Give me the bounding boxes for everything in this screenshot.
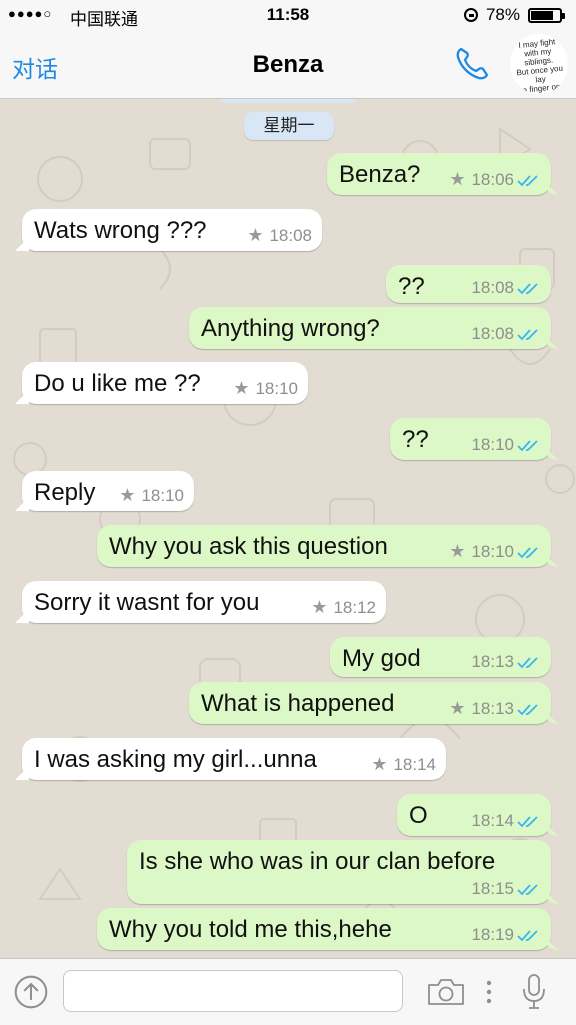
read-receipt-icon (517, 173, 541, 187)
input-bar (0, 958, 576, 1025)
battery-icon (528, 7, 565, 23)
camera-icon[interactable] (426, 977, 466, 1007)
read-receipt-icon (517, 814, 541, 828)
message-time: 18:12 (333, 597, 376, 617)
message-meta: 18:13 (471, 652, 541, 672)
message-time: 18:10 (471, 435, 514, 454)
message-meta: 18:14 (471, 811, 541, 831)
outgoing-message[interactable]: Benza? ★ 18:06 (327, 153, 551, 195)
arrow-up-circle-icon[interactable] (14, 975, 48, 1009)
chat-header: 对话 Benza I may fight with my siblings. But … (0, 30, 576, 99)
star-icon: ★ (449, 169, 466, 189)
incoming-message[interactable]: Sorry it wasnt for you ★ 18:12 (22, 581, 386, 623)
message-meta: ★ 18:10 (233, 378, 298, 399)
message-meta: ★ 18:10 (449, 541, 541, 562)
contact-avatar[interactable]: I may fight with my siblings. But once you … (507, 31, 571, 97)
star-icon: ★ (449, 698, 466, 718)
read-receipt-icon (517, 928, 541, 942)
message-meta: ★ 18:08 (247, 225, 312, 246)
incoming-message[interactable]: Reply ★ 18:10 (22, 471, 194, 511)
outgoing-message[interactable]: My god 18:13 (330, 637, 551, 677)
more-dots-icon[interactable] (486, 977, 492, 1007)
message-time: 18:10 (255, 378, 298, 398)
message-time: 18:08 (269, 225, 312, 245)
message-meta: 18:08 (471, 324, 541, 344)
date-separator: 星期一 (244, 112, 334, 140)
message-time: 18:08 (471, 324, 514, 343)
outgoing-message[interactable]: Why you ask this question ★ 18:10 (97, 525, 551, 567)
message-time: 18:14 (471, 811, 514, 830)
message-meta: 18:19 (471, 925, 541, 945)
message-time: 18:10 (471, 541, 514, 561)
message-meta: ★ 18:06 (449, 169, 541, 190)
message-time: 18:15 (471, 879, 514, 898)
incoming-message[interactable]: Wats wrong ??? ★ 18:08 (22, 209, 322, 251)
outgoing-message[interactable]: Why you told me this,hehe 18:19 (97, 908, 551, 950)
outgoing-message[interactable]: Anything wrong? 18:08 (189, 307, 551, 349)
previous-bubble-edge (220, 99, 356, 103)
read-receipt-icon (517, 702, 541, 716)
incoming-message[interactable]: Do u like me ?? ★ 18:10 (22, 362, 308, 404)
message-time: 18:06 (471, 169, 514, 189)
outgoing-message[interactable]: ?? 18:08 (386, 265, 551, 303)
message-meta: ★ 18:14 (371, 754, 436, 775)
read-receipt-icon (517, 281, 541, 295)
incoming-message[interactable]: I was asking my girl...unna ★ 18:14 (22, 738, 446, 780)
read-receipt-icon (517, 545, 541, 559)
outgoing-message[interactable]: ?? 18:10 (390, 418, 551, 460)
message-time: 18:14 (393, 754, 436, 774)
status-bar: ●●●●○ 中国联通 11:58 78% (0, 0, 576, 30)
outgoing-message[interactable]: What is happened ★ 18:13 (189, 682, 551, 724)
outgoing-message[interactable]: O 18:14 (397, 794, 551, 836)
star-icon: ★ (371, 754, 388, 774)
message-time: 18:19 (471, 925, 514, 944)
star-icon: ★ (311, 597, 328, 617)
message-text: Is she who was in our clan before (139, 848, 496, 875)
message-meta: 18:15 (471, 879, 541, 899)
microphone-icon[interactable] (520, 973, 548, 1011)
star-icon: ★ (449, 541, 466, 561)
read-receipt-icon (517, 438, 541, 452)
read-receipt-icon (517, 882, 541, 896)
battery-percent: 78% (485, 5, 520, 24)
star-icon: ★ (233, 378, 250, 398)
message-meta: ★ 18:13 (449, 698, 541, 719)
outgoing-message[interactable]: Is she who was in our clan before 18:15 (127, 840, 551, 904)
message-input[interactable] (63, 970, 403, 1012)
rotation-lock-icon (463, 8, 478, 22)
message-meta: 18:10 (471, 435, 541, 455)
read-receipt-icon (517, 327, 541, 341)
read-receipt-icon (517, 655, 541, 669)
star-icon: ★ (119, 485, 136, 505)
message-meta: ★ 18:10 (119, 485, 184, 506)
message-time: 18:13 (471, 652, 514, 671)
star-icon: ★ (247, 225, 264, 245)
message-meta: ★ 18:12 (311, 597, 376, 618)
phone-icon[interactable] (452, 44, 492, 84)
message-time: 18:10 (141, 485, 184, 505)
message-time: 18:13 (471, 698, 514, 718)
message-time: 18:08 (471, 278, 514, 297)
message-meta: 18:08 (471, 278, 541, 298)
